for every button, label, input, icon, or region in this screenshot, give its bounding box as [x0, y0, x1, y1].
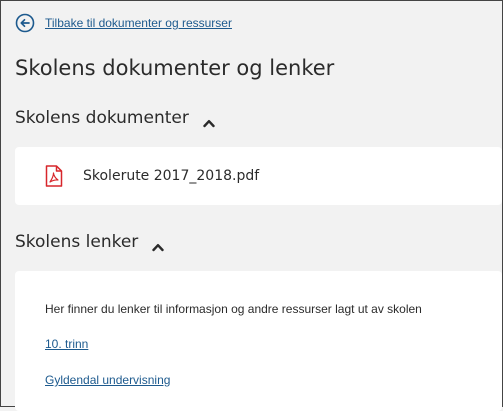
documents-card: Skolerute 2017_2018.pdf	[15, 147, 502, 205]
link-gyldendal-undervisning[interactable]: Gyldendal undervisning	[45, 373, 170, 387]
links-section-title: Skolens lenker	[15, 232, 139, 252]
links-card: Her finner du lenker til informasjon og …	[15, 271, 502, 411]
back-link-label[interactable]: Tilbake til dokumenter og ressurser	[45, 16, 232, 30]
links-description: Her finner du lenker til informasjon og …	[45, 302, 422, 316]
chevron-up-icon	[152, 237, 164, 252]
document-item[interactable]: Skolerute 2017_2018.pdf	[45, 165, 259, 187]
page-title: Skolens dokumenter og lenker	[15, 56, 335, 80]
document-name[interactable]: Skolerute 2017_2018.pdf	[83, 168, 259, 184]
back-link[interactable]: Tilbake til dokumenter og ressurser	[15, 13, 232, 33]
link-10-trinn[interactable]: 10. trinn	[45, 337, 88, 351]
arrow-left-circle-icon[interactable]	[15, 13, 35, 33]
chevron-up-icon	[203, 113, 215, 128]
documents-section-title: Skolens dokumenter	[15, 108, 189, 128]
documents-section-toggle[interactable]: Skolens dokumenter	[15, 108, 215, 128]
pdf-file-icon	[45, 165, 63, 187]
links-section-toggle[interactable]: Skolens lenker	[15, 232, 164, 252]
